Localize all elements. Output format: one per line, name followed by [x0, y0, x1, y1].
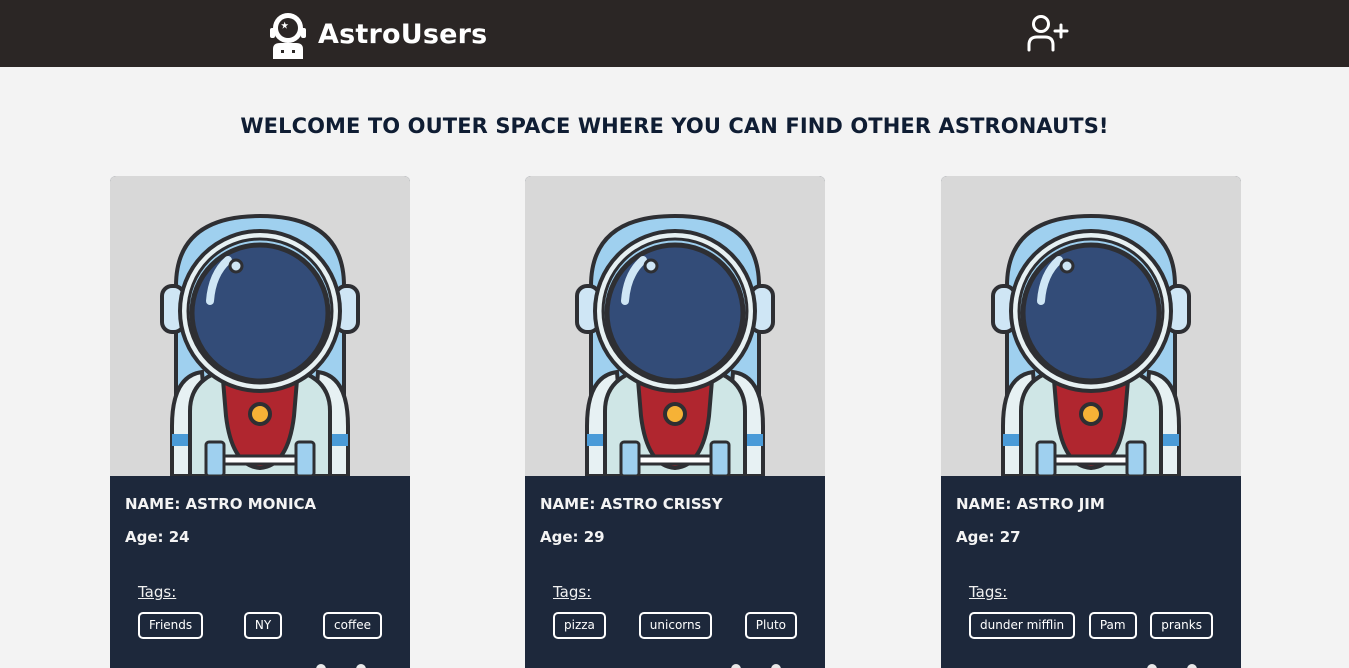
tag-chip[interactable]: Friends	[138, 612, 204, 639]
tags-label: Tags:	[138, 583, 177, 601]
brand-link[interactable]: AstroUsers	[266, 9, 487, 59]
user-name: NAME: ASTRO MONICA	[125, 495, 317, 513]
astronaut-avatar-icon	[110, 176, 410, 476]
astronaut-avatar-icon	[941, 176, 1241, 476]
tag-chip[interactable]: dunder mifflin	[969, 612, 1076, 639]
tags-label: Tags:	[553, 583, 592, 601]
card-avatar	[110, 176, 410, 476]
tag-list: Friends NY coffee	[138, 612, 382, 640]
action-icon[interactable]	[356, 664, 366, 668]
astronaut-logo-icon	[270, 13, 306, 59]
action-icon[interactable]	[1147, 664, 1157, 668]
tag-chip[interactable]: NY	[243, 612, 283, 639]
card-body: NAME: ASTRO JIM Age: 27 Tags: dunder mif…	[941, 476, 1241, 668]
card-body: NAME: ASTRO CRISSY Age: 29 Tags: pizza u…	[525, 476, 825, 668]
add-user-icon[interactable]	[1026, 14, 1070, 52]
card-actions	[308, 664, 368, 668]
user-age: Age: 29	[540, 528, 605, 546]
top-navbar: AstroUsers	[0, 0, 1349, 67]
tags-label: Tags:	[969, 583, 1008, 601]
user-card: NAME: ASTRO JIM Age: 27 Tags: dunder mif…	[941, 176, 1241, 668]
user-name: NAME: ASTRO CRISSY	[540, 495, 723, 513]
action-icon[interactable]	[1187, 664, 1197, 668]
tag-chip[interactable]: unicorns	[638, 612, 712, 639]
tag-chip[interactable]: coffee	[323, 612, 382, 639]
tag-chip[interactable]: Pam	[1088, 612, 1137, 639]
tag-list: dunder mifflin Pam pranks	[969, 612, 1213, 640]
user-card: NAME: ASTRO MONICA Age: 24 Tags: Friends…	[110, 176, 410, 668]
brand-name: AstroUsers	[318, 18, 488, 50]
action-icon[interactable]	[316, 664, 326, 668]
card-actions	[723, 664, 783, 668]
card-avatar	[941, 176, 1241, 476]
tag-chip[interactable]: Pluto	[744, 612, 797, 639]
action-icon[interactable]	[771, 664, 781, 668]
action-icon[interactable]	[731, 664, 741, 668]
tag-chip[interactable]: pranks	[1150, 612, 1213, 639]
astronaut-avatar-icon	[525, 176, 825, 476]
user-card: NAME: ASTRO CRISSY Age: 29 Tags: pizza u…	[525, 176, 825, 668]
user-age: Age: 27	[956, 528, 1021, 546]
card-body: NAME: ASTRO MONICA Age: 24 Tags: Friends…	[110, 476, 410, 668]
card-actions	[1139, 664, 1199, 668]
page-title: WELCOME TO OUTER SPACE WHERE YOU CAN FIN…	[240, 114, 1109, 138]
card-avatar	[525, 176, 825, 476]
tag-list: pizza unicorns Pluto	[553, 612, 797, 640]
user-name: NAME: ASTRO JIM	[956, 495, 1105, 513]
user-age: Age: 24	[125, 528, 190, 546]
tag-chip[interactable]: pizza	[553, 612, 606, 639]
